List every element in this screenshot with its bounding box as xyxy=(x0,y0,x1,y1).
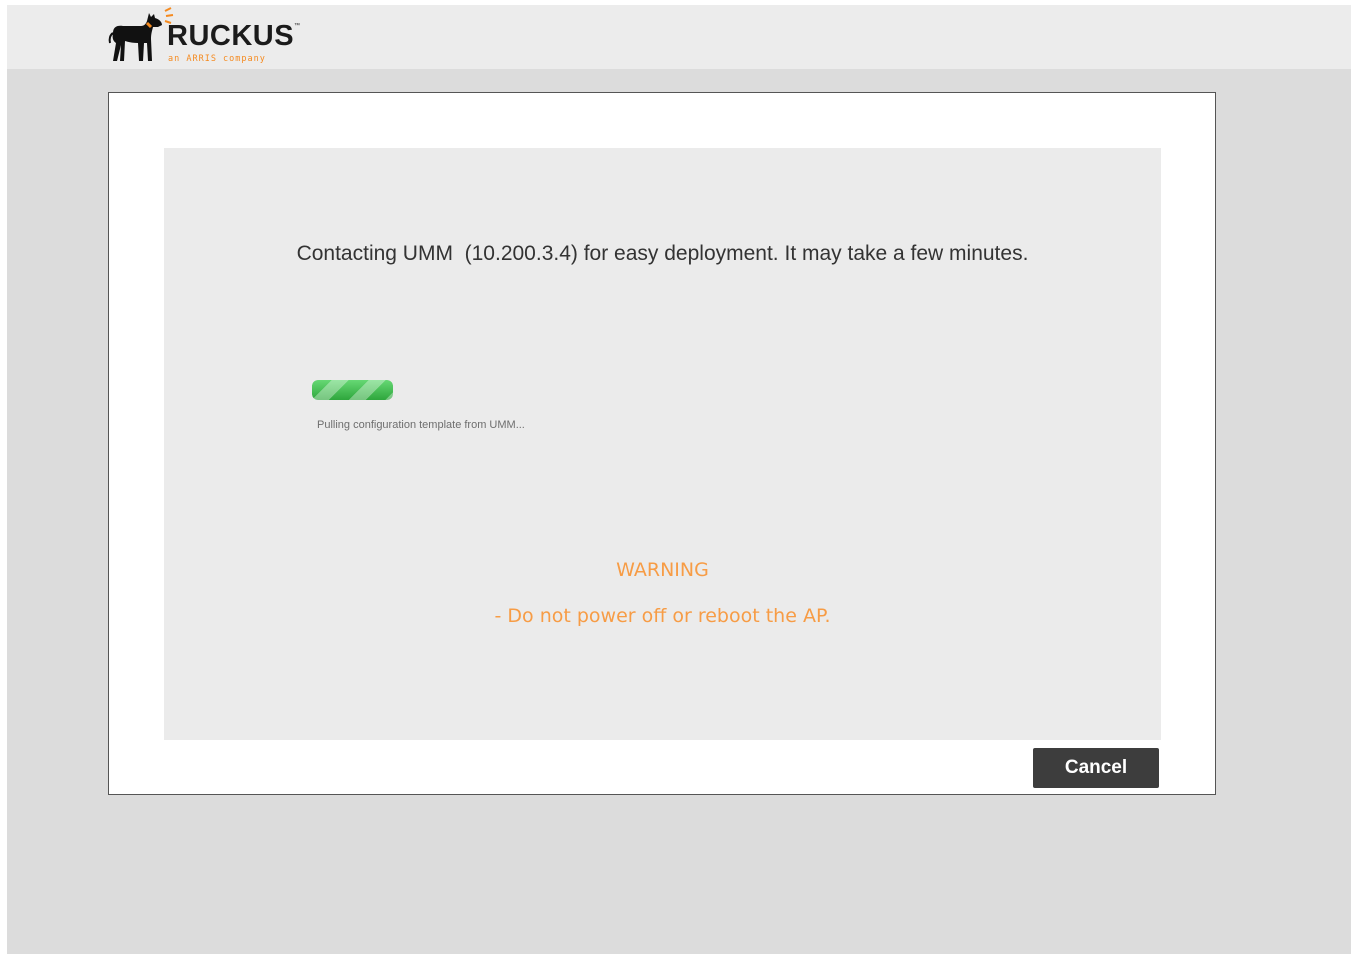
logo-subtitle: an ARRIS company xyxy=(168,54,266,64)
progress-bar xyxy=(312,380,393,400)
progress-status-text: Pulling configuration template from UMM.… xyxy=(317,419,525,431)
status-message: Contacting UMM (10.200.3.4) for easy dep… xyxy=(296,242,1029,265)
status-panel: Contacting UMM (10.200.3.4) for easy dep… xyxy=(164,148,1161,740)
ruckus-logo: RUCKUS ™ an ARRIS company xyxy=(107,5,307,69)
progress-bar-fill xyxy=(312,380,393,400)
header-bar: RUCKUS ™ an ARRIS company xyxy=(7,5,1351,69)
warning-text: - Do not power off or reboot the AP. xyxy=(494,605,831,627)
warning-title: WARNING xyxy=(616,559,709,581)
page-background: RUCKUS ™ an ARRIS company Contacting UMM… xyxy=(7,5,1351,954)
deployment-dialog: Contacting UMM (10.200.3.4) for easy dep… xyxy=(108,92,1216,795)
logo-trademark: ™ xyxy=(294,23,300,29)
cancel-button[interactable]: Cancel xyxy=(1033,748,1159,788)
logo-wordmark: RUCKUS xyxy=(167,20,295,52)
